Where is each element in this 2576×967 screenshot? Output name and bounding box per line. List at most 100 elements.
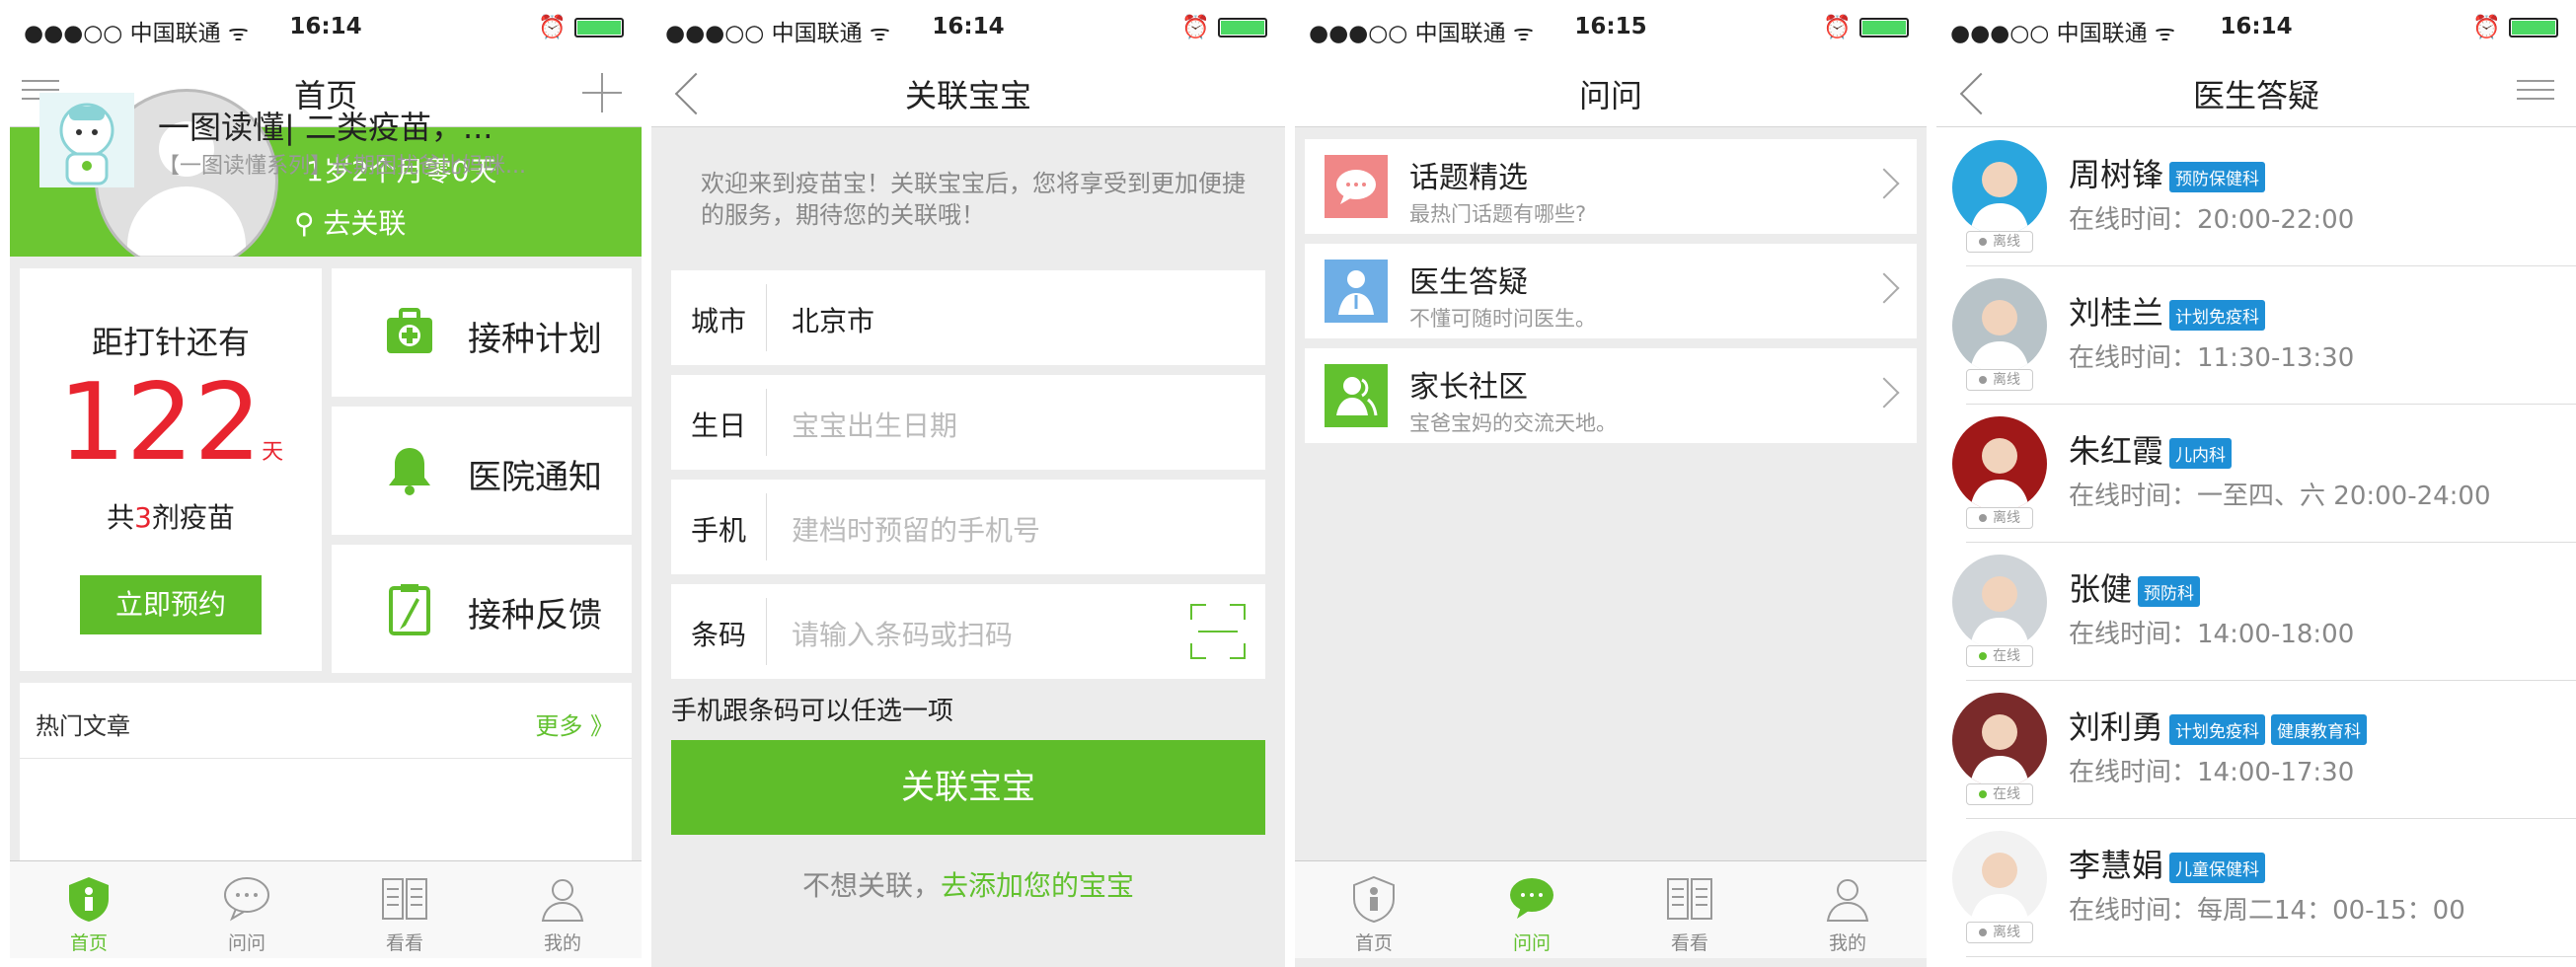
barcode-input[interactable]: 请输入条码或扫码 (792, 614, 1013, 653)
doctor-row[interactable]: 离线 李慧娟 儿童保健科 在线时间：每周二14：00-15：00 (1936, 819, 2576, 957)
more-link[interactable]: 更多 》 (535, 707, 614, 741)
online-time: 在线时间：每周二14：00-15：00 (2069, 896, 2465, 926)
doctor-name: 刘桂兰 计划免疫科 (2069, 288, 2266, 334)
chevron-right-icon (1868, 168, 1900, 199)
screen-doctor-qa: ●●●○○ 中国联通 ᯤ 16:14 ⏰ 医生答疑 离线 周树锋 预防保健科 在线时间… (1936, 0, 2576, 967)
city-field[interactable]: 城市 北京市 (671, 270, 1265, 365)
chat-bubble-icon (1510, 878, 1553, 919)
tab-browse[interactable]: 看看 (326, 861, 484, 958)
add-baby-link[interactable]: 去添加您的宝宝 (941, 869, 1134, 902)
city-value[interactable]: 北京市 (792, 300, 874, 339)
hot-articles-section: 热门文章 更多 》 (20, 683, 632, 870)
article-title[interactable]: 一图读懂| 二类疫苗，... (158, 103, 492, 148)
medkit-icon (387, 308, 432, 353)
scan-icon[interactable] (1190, 604, 1246, 659)
book-now-button[interactable]: 立即预约 (80, 575, 262, 635)
hint-text: 手机跟条码可以任选一项 (671, 697, 954, 726)
status-badge: 离线 (1966, 507, 2033, 529)
countdown-value: 122天 (57, 361, 284, 484)
department-tag: 计划免疫科 (2169, 299, 2266, 331)
doctor-avatar (1952, 831, 2047, 926)
nav-bar: 问问 (1295, 57, 1927, 127)
person-icon (541, 879, 584, 922)
battery-icon (574, 17, 624, 37)
phone-field[interactable]: 手机 建档时预留的手机号 (671, 480, 1265, 574)
screen-link-baby: ●●●○○ 中国联通 ᯤ 16:14 ⏰ 关联宝宝 欢迎来到疫苗宝！关联宝宝后，… (651, 0, 1285, 967)
online-time: 在线时间：11:30-13:30 (2069, 343, 2355, 373)
alarm-icon: ⏰ (1823, 15, 1852, 40)
screen-ask: ●●●○○ 中国联通 ᯤ 16:15 ⏰ 问问 话题精选 最热门话题有哪些? 医… (1295, 0, 1927, 967)
tab-ask[interactable]: 问问 (1453, 861, 1611, 958)
menu-vaccination-plan[interactable]: 接种计划 (332, 268, 632, 397)
barcode-field[interactable]: 条码 请输入条码或扫码 (671, 584, 1265, 679)
tab-ask[interactable]: 问问 (168, 861, 326, 958)
parent-community-item[interactable]: 家长社区 宝爸宝妈的交流天地。 (1305, 348, 1917, 443)
tab-home[interactable]: 首页 (10, 861, 168, 958)
intro-text: 欢迎来到疫苗宝！关联宝宝后，您将享受到更加便捷的服务，期待您的关联哦！ (701, 170, 1246, 229)
doctor-name: 张健 预防科 (2069, 564, 2201, 610)
chat-bubble-icon (224, 877, 269, 922)
birthday-field[interactable]: 生日 宝宝出生日期 (671, 375, 1265, 470)
menu-hospital-notice[interactable]: 医院通知 (332, 407, 632, 535)
alarm-icon: ⏰ (2472, 15, 2501, 40)
status-badge: 离线 (1966, 369, 2033, 391)
countdown-card: 距打针还有 122天 共3剂疫苗 立即预约 (20, 268, 322, 671)
doctor-row[interactable]: 在线 刘利勇 计划免疫科 健康教育科在线时间：14:00-17:30 (1936, 681, 2576, 819)
paperclip-icon: ⚲ (294, 207, 315, 240)
online-time: 在线时间：14:00-17:30 (2069, 758, 2355, 787)
doctor-qa-item[interactable]: 医生答疑 不懂可随时问医生。 (1305, 244, 1917, 338)
topic-picks-item[interactable]: 话题精选 最热门话题有哪些? (1305, 139, 1917, 234)
add-icon[interactable] (582, 73, 622, 112)
phone-input[interactable]: 建档时预留的手机号 (792, 509, 1040, 549)
section-title: 热门文章 (36, 712, 130, 740)
doctor-name: 朱红霞 儿内科 (2069, 426, 2233, 472)
tab-mine[interactable]: 我的 (1769, 861, 1927, 958)
doctor-name: 刘利勇 计划免疫科 健康教育科 (2069, 703, 2368, 748)
screen-home: ●●●○○ 中国联通 ᯤ 16:14 ⏰ 首页 1岁2个月零0天 ⚲ 去关联 距… (10, 0, 642, 967)
doctor-icon (1325, 260, 1388, 323)
doctor-row[interactable]: 在线 张健 预防科在线时间：14:00-18:00 (1936, 543, 2576, 681)
tab-browse[interactable]: 看看 (1611, 861, 1769, 958)
chat-bubble-icon (1325, 155, 1388, 218)
page-title: 问问 (1578, 77, 1642, 114)
status-badge: 离线 (1966, 922, 2033, 943)
doctor-row[interactable]: 离线 周树锋 预防保健科 在线时间：20:00-22:00 (1936, 128, 2576, 266)
doctor-avatar (1952, 278, 2047, 373)
clipboard-icon (389, 584, 430, 635)
nav-bar: 医生答疑 (1936, 57, 2576, 127)
menu-icon[interactable] (2517, 73, 2554, 109)
birthday-input[interactable]: 宝宝出生日期 (792, 405, 957, 444)
status-badge: 离线 (1966, 231, 2033, 253)
vaccine-count: 共3剂疫苗 (107, 501, 235, 535)
status-bar: ●●●○○ 中国联通 ᯤ 16:15 ⏰ (1295, 0, 1927, 57)
page-title: 关联宝宝 (904, 77, 1031, 114)
online-time: 在线时间：一至四、六 20:00-24:00 (2069, 482, 2491, 511)
status-badge: 在线 (1966, 783, 2033, 805)
chevron-right-icon (1868, 272, 1900, 304)
link-baby-link[interactable]: ⚲ 去关联 (294, 202, 406, 242)
department-tag: 健康教育科 (2271, 713, 2368, 745)
online-time: 在线时间：14:00-18:00 (2069, 620, 2355, 649)
book-icon (1667, 878, 1712, 920)
battery-icon (1218, 17, 1267, 37)
shield-icon (1353, 875, 1395, 923)
menu-vaccination-feedback[interactable]: 接种反馈 (332, 545, 632, 673)
tab-mine[interactable]: 我的 (484, 861, 642, 958)
doctor-row[interactable]: 离线 刘桂兰 计划免疫科在线时间：11:30-13:30 (1936, 266, 2576, 405)
doctor-avatar (1952, 555, 2047, 649)
link-baby-button[interactable]: 关联宝宝 (671, 740, 1265, 835)
article-thumbnail[interactable] (39, 93, 134, 187)
status-badge: 在线 (1966, 645, 2033, 667)
department-tag: 计划免疫科 (2169, 713, 2266, 745)
department-tag: 预防科 (2138, 575, 2201, 607)
doctor-row[interactable]: 离线 朱红霞 儿内科在线时间：一至四、六 20:00-24:00 (1936, 405, 2576, 543)
book-icon (382, 878, 427, 920)
alarm-icon: ⏰ (538, 15, 567, 40)
article-subtitle: 【一图读懂系列】长期困扰爸比妈咪... (158, 154, 526, 179)
tab-home[interactable]: 首页 (1295, 861, 1453, 958)
alarm-icon: ⏰ (1181, 15, 1210, 40)
page-title: 医生答疑 (2192, 77, 2319, 114)
bell-icon (389, 448, 430, 495)
online-time: 在线时间：20:00-22:00 (2069, 205, 2355, 235)
doctor-avatar (1952, 140, 2047, 235)
